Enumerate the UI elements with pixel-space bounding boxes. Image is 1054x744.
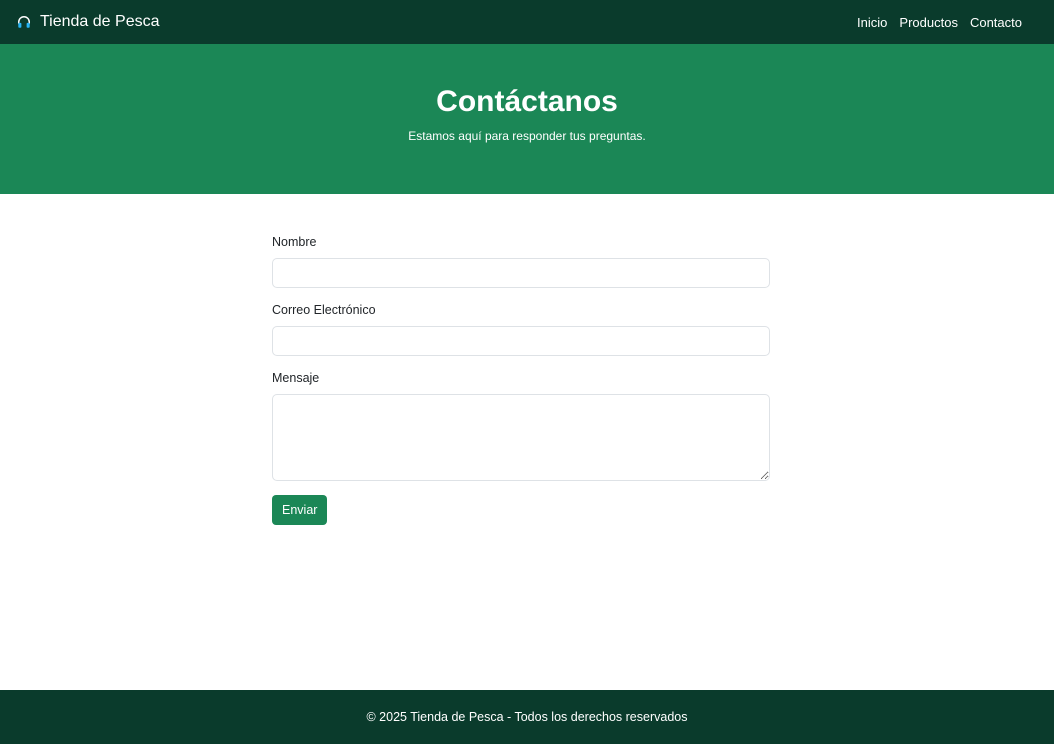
name-group: Nombre [272,234,770,288]
message-field[interactable] [272,394,770,481]
hero-banner: Contáctanos Estamos aquí para responder … [0,44,1054,194]
page-title: Contáctanos [436,85,618,118]
footer: © 2025 Tienda de Pesca - Todos los derec… [0,690,1054,744]
contact-form: Nombre Correo Electrónico Mensaje Enviar [272,234,770,525]
page-subtitle: Estamos aquí para responder tus pregunta… [408,129,646,143]
email-field[interactable] [272,326,770,356]
nav-link-inicio[interactable]: Inicio [857,15,887,30]
footer-text: © 2025 Tienda de Pesca - Todos los derec… [366,710,688,724]
headphones-icon [16,14,32,30]
name-field[interactable] [272,258,770,288]
nav-link-productos[interactable]: Productos [899,15,958,30]
brand-name: Tienda de Pesca [40,13,160,30]
name-label: Nombre [272,235,317,249]
brand-link[interactable]: Tienda de Pesca [16,13,159,31]
email-group: Correo Electrónico [272,302,770,356]
submit-button[interactable]: Enviar [272,495,328,525]
navbar: Tienda de Pesca Inicio Productos Contact… [0,0,1054,44]
message-group: Mensaje [272,370,770,481]
message-label: Mensaje [272,371,320,385]
nav-links: Inicio Productos Contacto [857,15,1022,30]
nav-link-contacto[interactable]: Contacto [970,15,1022,30]
email-label: Correo Electrónico [272,303,376,317]
